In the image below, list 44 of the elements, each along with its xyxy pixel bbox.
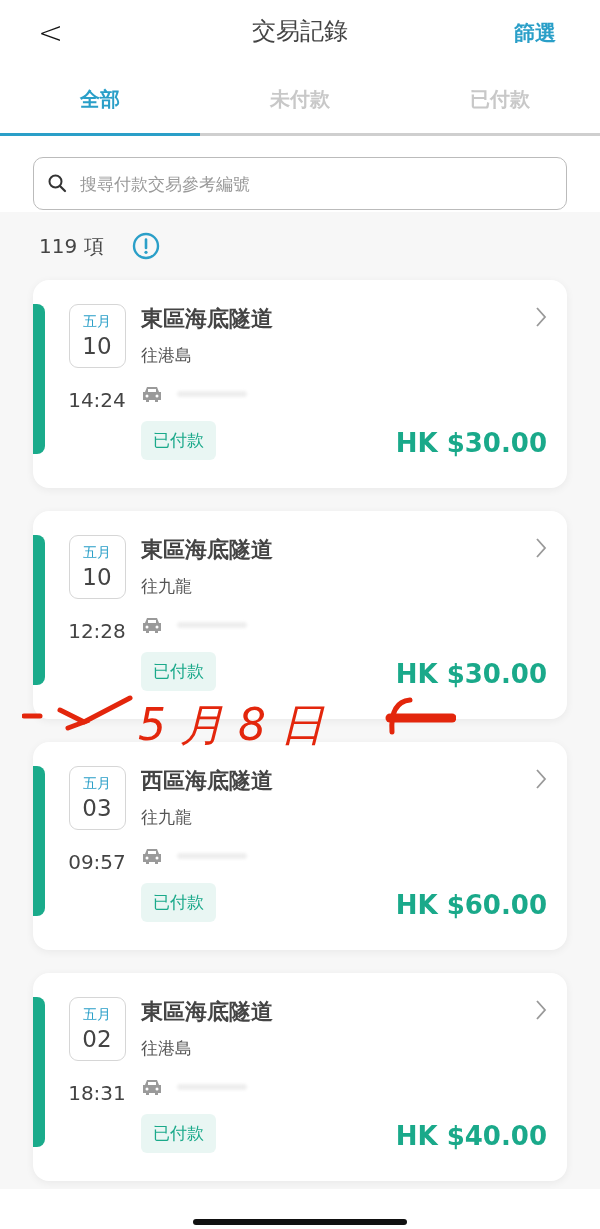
item-count: 119 項 <box>39 232 104 260</box>
tunnel-name: 東區海底隧道 <box>141 998 273 1026</box>
chevron-right-icon <box>535 306 547 328</box>
search-icon <box>47 173 67 193</box>
direction-text: 往港島 <box>141 344 192 367</box>
direction-text: 往九龍 <box>141 806 192 829</box>
tunnel-name: 東區海底隧道 <box>141 536 273 564</box>
tunnel-name: 西區海底隧道 <box>141 767 273 795</box>
transaction-card[interactable]: 五月 10 14:24 東區海底隧道 往港島 已付款 HK $30.00 <box>33 280 567 488</box>
search-field[interactable]: 搜尋付款交易參考編號 <box>33 157 567 210</box>
chevron-right-icon <box>535 999 547 1021</box>
direction-text: 往九龍 <box>141 575 192 598</box>
date-day: 03 <box>82 793 112 823</box>
date-day: 10 <box>82 562 112 592</box>
page-title: 交易記錄 <box>252 16 348 47</box>
date-month: 五月 <box>83 312 111 331</box>
transaction-time: 12:28 <box>68 619 126 643</box>
date-month: 五月 <box>83 543 111 562</box>
car-icon <box>141 1078 163 1096</box>
amount: HK $30.00 <box>395 659 547 689</box>
car-icon <box>141 385 163 403</box>
tunnel-name: 東區海底隧道 <box>141 305 273 333</box>
date-month: 五月 <box>83 774 111 793</box>
transaction-time: 14:24 <box>68 388 126 412</box>
status-badge: 已付款 <box>141 652 216 691</box>
direction-text: 往港島 <box>141 1037 192 1060</box>
date-day: 02 <box>82 1024 112 1054</box>
transaction-card[interactable]: 五月 02 18:31 東區海底隧道 往港島 已付款 HK $40.00 <box>33 973 567 1181</box>
info-icon[interactable] <box>131 232 160 260</box>
car-icon <box>141 847 163 865</box>
date-month: 五月 <box>83 1005 111 1024</box>
car-icon <box>141 616 163 634</box>
transaction-time: 09:57 <box>68 850 126 874</box>
status-badge: 已付款 <box>141 1114 216 1153</box>
chevron-right-icon <box>535 537 547 559</box>
date-day: 10 <box>82 331 112 361</box>
transaction-time: 18:31 <box>68 1081 126 1105</box>
amount: HK $60.00 <box>395 890 547 920</box>
amount: HK $30.00 <box>395 428 547 458</box>
amount: HK $40.00 <box>395 1121 547 1151</box>
back-button[interactable]: < <box>38 17 64 48</box>
status-badge: 已付款 <box>141 883 216 922</box>
chevron-right-icon <box>535 768 547 790</box>
status-badge: 已付款 <box>141 421 216 460</box>
